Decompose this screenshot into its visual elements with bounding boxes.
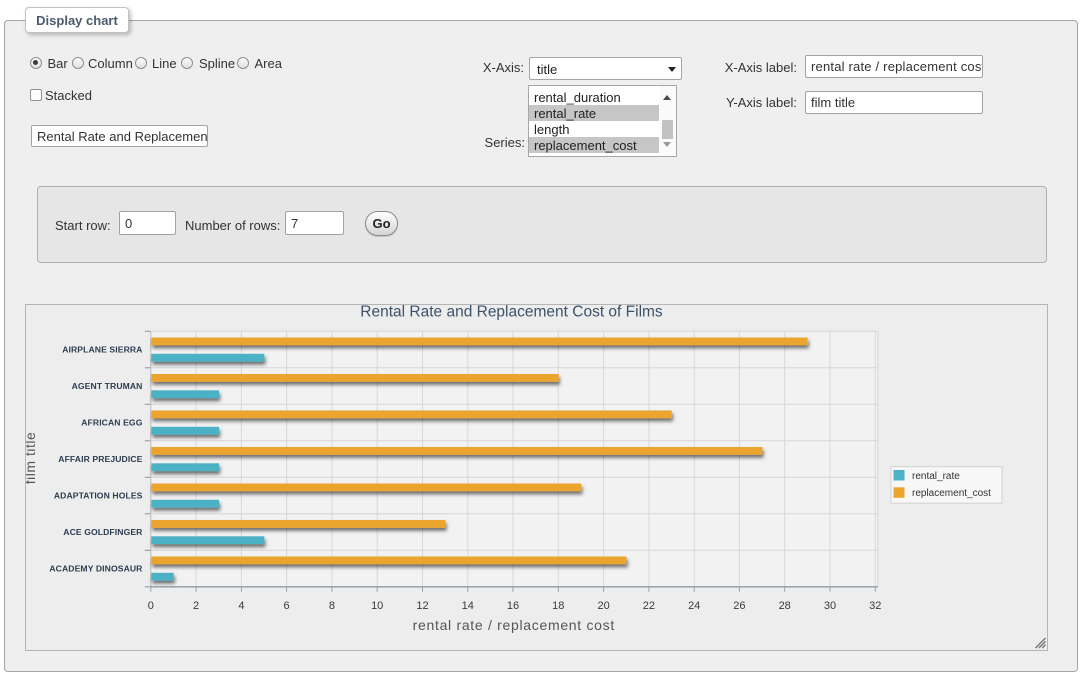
svg-text:16: 16 [506, 600, 518, 612]
svg-text:film title: film title [26, 432, 38, 484]
svg-text:14: 14 [461, 600, 473, 612]
svg-text:0: 0 [147, 600, 153, 612]
svg-text:ACADEMY DINOSAUR: ACADEMY DINOSAUR [49, 564, 143, 574]
svg-text:replacement_cost: replacement_cost [912, 488, 991, 499]
svg-text:AIRPLANE SIERRA: AIRPLANE SIERRA [62, 345, 142, 355]
svg-text:AGENT TRUMAN: AGENT TRUMAN [71, 381, 142, 391]
svg-text:28: 28 [778, 600, 790, 612]
svg-text:26: 26 [733, 600, 745, 612]
svg-text:6: 6 [283, 600, 289, 612]
svg-text:2: 2 [193, 600, 199, 612]
svg-text:4: 4 [238, 600, 244, 612]
svg-text:30: 30 [823, 600, 835, 612]
svg-text:AFRICAN EGG: AFRICAN EGG [81, 418, 142, 428]
svg-text:ADAPTATION HOLES: ADAPTATION HOLES [53, 491, 142, 501]
svg-text:18: 18 [552, 600, 564, 612]
svg-text:24: 24 [688, 600, 700, 612]
svg-text:10: 10 [371, 600, 383, 612]
svg-text:rental rate / replacement cost: rental rate / replacement cost [412, 617, 614, 633]
svg-text:32: 32 [869, 600, 881, 612]
svg-text:8: 8 [328, 600, 334, 612]
svg-text:22: 22 [642, 600, 654, 612]
svg-text:12: 12 [416, 600, 428, 612]
svg-text:rental_rate: rental_rate [912, 471, 960, 482]
svg-text:Rental Rate and Replacement Co: Rental Rate and Replacement Cost of Film… [360, 304, 663, 321]
svg-text:ACE GOLDFINGER: ACE GOLDFINGER [63, 527, 143, 537]
svg-text:AFFAIR PREJUDICE: AFFAIR PREJUDICE [58, 454, 142, 464]
svg-text:20: 20 [597, 600, 609, 612]
